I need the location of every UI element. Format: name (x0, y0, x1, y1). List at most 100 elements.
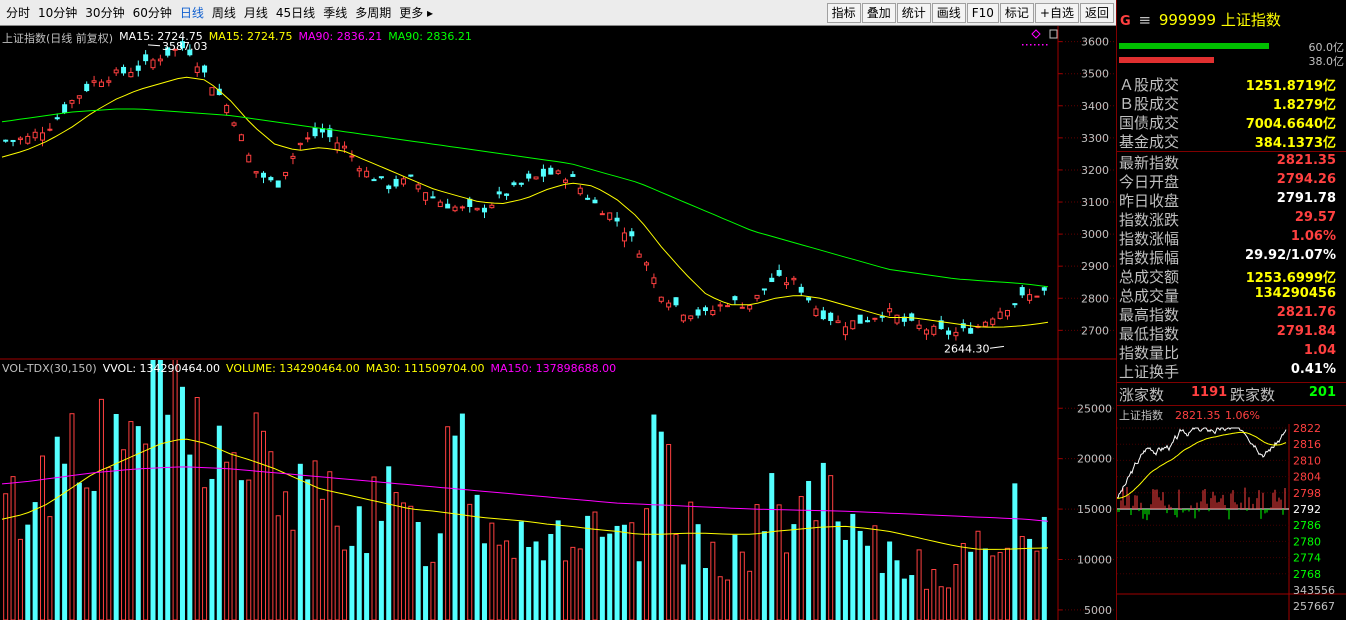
period-tabs: 分时 10分钟 30分钟 60分钟 日线 周线 月线 45日线 季线 多周期 更多 ▸ (2, 0, 437, 26)
toolbar-button[interactable]: F10 (966, 3, 999, 23)
period-tab[interactable]: 分时 (2, 3, 34, 23)
volume-bar (342, 549, 348, 620)
volume-bar (946, 587, 952, 620)
candle-body (378, 176, 384, 179)
volume-bar (614, 525, 620, 620)
mini-tick-label: 2768 (1293, 568, 1321, 581)
mini-tick-label: 2786 (1293, 519, 1321, 532)
vol-tick-label: 15000 (1077, 503, 1112, 516)
period-tab[interactable]: 45日线 (272, 3, 319, 23)
candle-body (518, 182, 524, 185)
quote-row: 指数涨幅 1.06% (1117, 228, 1346, 248)
candle-body (342, 145, 348, 149)
toolbar-button[interactable]: 返回 (1079, 3, 1114, 23)
indicator-dots (1046, 44, 1048, 46)
toolbar-button[interactable]: +自选 (1034, 3, 1079, 23)
volume-bar (1012, 483, 1018, 620)
volume-bar (489, 522, 495, 620)
period-tab[interactable]: 日线 (176, 3, 208, 23)
volume-bar (504, 540, 510, 620)
candle-body (408, 174, 414, 177)
candle-body (283, 171, 289, 177)
vol-legend-item: MA150: 137898688.00 (490, 362, 617, 375)
quote-label: 指数涨跌 (1119, 211, 1180, 229)
period-tab[interactable]: 季线 (319, 3, 351, 23)
ma-legend-item: MA90: 2836.21 (298, 30, 383, 43)
volume-chart-legend: VOL-TDX(30,150) VVOL: 134290464.00 VOLUME:… (2, 362, 616, 375)
period-tab[interactable]: 更多 ▸ (395, 3, 437, 23)
volume-bar (968, 551, 974, 620)
intraday-mini-chart[interactable]: 上证指数 2821.35 1.06% 2822 2816 2810 2804 2798 2792… (1117, 406, 1346, 620)
vol-legend-item: MA30: 111509704.00 (365, 362, 485, 375)
candle-body (540, 168, 546, 177)
volume-bar (798, 496, 804, 620)
candle-body (931, 325, 937, 335)
candle-body (452, 206, 458, 212)
volume-bar (585, 515, 591, 620)
candle-body (555, 170, 561, 174)
period-tab[interactable]: 月线 (240, 3, 272, 23)
volume-bar (253, 412, 259, 620)
indicator-dots (1022, 44, 1024, 46)
candle-body (437, 201, 443, 208)
volume-bar (349, 545, 355, 620)
candle-body (813, 308, 819, 317)
period-tab[interactable]: 30分钟 (81, 3, 128, 23)
quote-value: 7004.6640亿 (1245, 117, 1336, 132)
toolbar-button[interactable]: 画线 (931, 3, 966, 23)
volume-bar (150, 360, 156, 620)
market-badge[interactable]: G (1120, 14, 1131, 29)
indicator-dots (1038, 44, 1040, 46)
candle-body (290, 155, 296, 159)
toolbar-button[interactable]: 指标 (826, 3, 861, 23)
candle-body (194, 66, 200, 73)
menu-icon[interactable]: ≡ (1138, 11, 1151, 29)
indicator-dots (1042, 44, 1044, 46)
volume-bar (850, 513, 856, 620)
mini-title: 上证指数 (1119, 408, 1163, 422)
candle-body (1004, 309, 1010, 317)
volume-bar (172, 360, 178, 620)
period-tab[interactable]: 周线 (208, 3, 240, 23)
volume-bar (408, 505, 414, 620)
price-tick-label: 3300 (1081, 132, 1109, 145)
volume-bar (1041, 516, 1047, 620)
toolbar-button[interactable]: 叠加 (861, 3, 896, 23)
volume-bar (791, 524, 797, 620)
low-annotation: 2644.30 (944, 342, 990, 355)
volume-bar (179, 386, 185, 620)
period-tab[interactable]: 60分钟 (129, 3, 176, 23)
period-tab[interactable]: 多周期 (351, 3, 395, 23)
volume-bar (828, 475, 834, 620)
volume-bar (982, 548, 988, 620)
volume-bar (113, 413, 119, 620)
strength-bar (1119, 57, 1214, 63)
candle-body (202, 65, 208, 73)
volume-bar (673, 533, 679, 620)
volume-bar (157, 360, 163, 620)
candlestick-chart[interactable]: 3600 3500 3400 3300 3200 3100 3000 2900 2800 2700… (0, 26, 1116, 360)
volume-bar (894, 560, 900, 620)
quote-label: Ｂ股成交 (1119, 95, 1180, 113)
volume-bar (725, 579, 731, 620)
period-tab[interactable]: 10分钟 (34, 3, 81, 23)
quote-row: 今日开盘 2794.26 (1117, 171, 1346, 191)
volume-bar (76, 482, 82, 620)
toolbar-button[interactable]: 统计 (896, 3, 931, 23)
toolbar-button[interactable]: 标记 (999, 3, 1034, 23)
candle-body (585, 197, 591, 200)
quote-label: 上证换手 (1119, 363, 1180, 381)
quote-row: 基金成交 384.1373亿 (1117, 131, 1346, 151)
candle-body (1027, 294, 1033, 301)
quote-header: G ≡ 999999 上证指数 (1117, 0, 1346, 36)
candle-body (496, 191, 502, 195)
candle-body (865, 320, 871, 323)
price-tick-label: 2900 (1081, 260, 1109, 273)
candle-body (10, 139, 16, 142)
down-count-label: 跌家数 (1230, 386, 1276, 404)
volume-chart[interactable]: 25000 20000 15000 10000 5000 (0, 360, 1116, 620)
candle-body (909, 313, 915, 321)
quote-value: 2821.35 (1276, 153, 1336, 168)
vol-tick-label: 25000 (1077, 402, 1112, 415)
tool-buttons: 指标 叠加 统计 画线 F10 标记 +自选 返回 (826, 3, 1114, 23)
